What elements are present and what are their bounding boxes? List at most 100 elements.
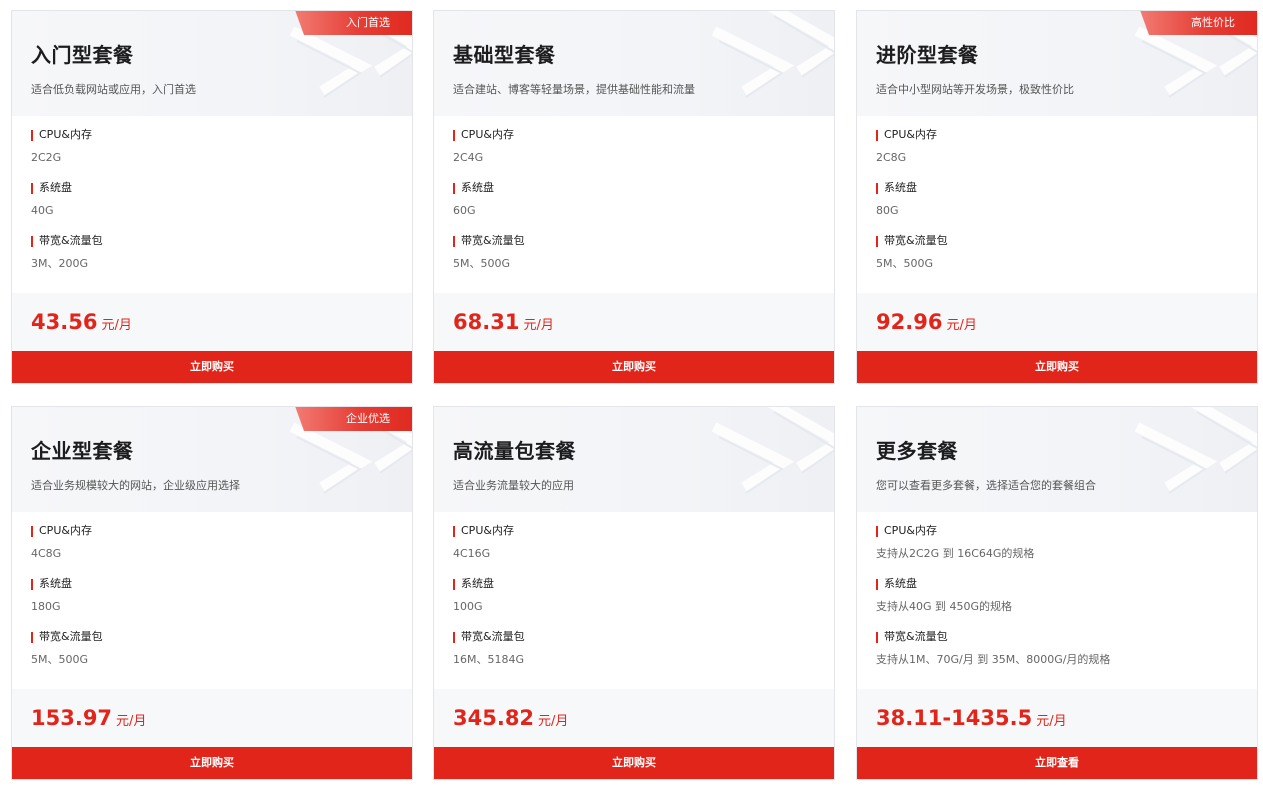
spec-label-cpu: CPU&内存	[453, 524, 824, 538]
plan-description: 适合建站、博客等轻量场景，提供基础性能和流量	[453, 83, 695, 96]
spec-bandwidth: 带宽&流量包 支持从1M、70G/月 到 35M、8000G/月的规格	[876, 630, 1247, 683]
price-unit: 元/月	[116, 714, 147, 729]
spec-bandwidth: 带宽&流量包 3M、200G	[31, 234, 402, 287]
plan-description: 适合低负载网站或应用，入门首选	[31, 83, 196, 96]
spec-label-bandwidth: 带宽&流量包	[453, 630, 824, 644]
price-value: 38.11-1435.5	[876, 706, 1033, 730]
spec-label-bandwidth: 带宽&流量包	[876, 630, 1247, 644]
plan-card-advanced: 进阶型套餐 适合中小型网站等开发场景，极致性价比 高性价比 CPU&内存 2C8…	[856, 10, 1258, 384]
spec-disk: 系统盘 支持从40G 到 450G的规格	[876, 577, 1247, 630]
plan-description: 适合业务流量较大的应用	[453, 479, 574, 492]
spec-label-bandwidth: 带宽&流量包	[876, 234, 1247, 248]
plan-specs: CPU&内存 支持从2C2G 到 16C64G的规格 系统盘 支持从40G 到 …	[876, 524, 1247, 683]
plan-card-entry: 入门型套餐 适合低负载网站或应用，入门首选 入门首选 CPU&内存 2C2G 系…	[11, 10, 413, 384]
spec-value-disk: 80G	[876, 204, 899, 217]
plan-price: 43.56 元/月	[31, 310, 132, 334]
view-now-button[interactable]: 立即查看	[857, 747, 1257, 779]
spec-value-cpu: 4C16G	[453, 547, 491, 560]
buy-now-button[interactable]: 立即购买	[12, 351, 412, 383]
price-area: 68.31 元/月	[434, 293, 834, 352]
spec-value-bandwidth: 5M、500G	[876, 257, 934, 270]
buy-now-button[interactable]: 立即购买	[434, 351, 834, 383]
spec-bandwidth: 带宽&流量包 5M、500G	[876, 234, 1247, 287]
decorative-tile-graphic	[711, 11, 834, 98]
plan-title: 入门型套餐	[31, 43, 134, 67]
price-value: 43.56	[31, 310, 98, 334]
spec-label-bandwidth: 带宽&流量包	[31, 630, 402, 644]
spec-bandwidth: 带宽&流量包 16M、5184G	[453, 630, 824, 683]
price-area: 92.96 元/月	[857, 293, 1257, 352]
spec-disk: 系统盘 60G	[453, 181, 824, 234]
plan-card-header: 基础型套餐 适合建站、博客等轻量场景，提供基础性能和流量	[434, 11, 834, 116]
price-unit: 元/月	[1036, 714, 1067, 729]
spec-bandwidth: 带宽&流量包 5M、500G	[31, 630, 402, 683]
spec-value-disk: 100G	[453, 600, 483, 613]
spec-label-bandwidth: 带宽&流量包	[31, 234, 402, 248]
spec-label-cpu: CPU&内存	[31, 128, 402, 142]
price-area: 38.11-1435.5 元/月	[857, 689, 1257, 748]
plan-description: 您可以查看更多套餐，选择适合您的套餐组合	[876, 479, 1096, 492]
buy-now-button[interactable]: 立即购买	[434, 747, 834, 779]
price-unit: 元/月	[538, 714, 569, 729]
price-value: 153.97	[31, 706, 113, 730]
price-unit: 元/月	[101, 318, 132, 333]
plan-card-basic: 基础型套餐 适合建站、博客等轻量场景，提供基础性能和流量 CPU&内存 2C4G…	[433, 10, 835, 384]
plan-description: 适合业务规模较大的网站，企业级应用选择	[31, 479, 240, 492]
spec-disk: 系统盘 180G	[31, 577, 402, 630]
plan-card-header: 入门型套餐 适合低负载网站或应用，入门首选 入门首选	[12, 11, 412, 116]
spec-cpu: CPU&内存 4C16G	[453, 524, 824, 577]
plan-specs: CPU&内存 2C4G 系统盘 60G 带宽&流量包 5M、500G	[453, 128, 824, 287]
spec-value-cpu: 2C2G	[31, 151, 62, 164]
spec-value-bandwidth: 16M、5184G	[453, 653, 525, 666]
price-value: 68.31	[453, 310, 520, 334]
spec-value-disk: 60G	[453, 204, 476, 217]
spec-disk: 系统盘 80G	[876, 181, 1247, 234]
plan-description: 适合中小型网站等开发场景，极致性价比	[876, 83, 1074, 96]
plan-card-enterprise: 企业型套餐 适合业务规模较大的网站，企业级应用选择 企业优选 CPU&内存 4C…	[11, 406, 413, 780]
plan-title: 更多套餐	[876, 439, 958, 463]
plan-specs: CPU&内存 4C16G 系统盘 100G 带宽&流量包 16M、5184G	[453, 524, 824, 683]
spec-cpu: CPU&内存 支持从2C2G 到 16C64G的规格	[876, 524, 1247, 577]
price-area: 153.97 元/月	[12, 689, 412, 748]
spec-disk: 系统盘 40G	[31, 181, 402, 234]
spec-label-cpu: CPU&内存	[31, 524, 402, 538]
spec-label-bandwidth: 带宽&流量包	[453, 234, 824, 248]
plan-card-header: 企业型套餐 适合业务规模较大的网站，企业级应用选择 企业优选	[12, 407, 412, 512]
plan-price: 38.11-1435.5 元/月	[876, 706, 1067, 730]
plan-badge: 高性价比	[1140, 11, 1257, 35]
decorative-tile-graphic	[1134, 407, 1257, 494]
spec-value-disk: 40G	[31, 204, 54, 217]
spec-disk: 系统盘 100G	[453, 577, 824, 630]
spec-cpu: CPU&内存 4C8G	[31, 524, 402, 577]
plan-specs: CPU&内存 4C8G 系统盘 180G 带宽&流量包 5M、500G	[31, 524, 402, 683]
spec-label-disk: 系统盘	[31, 577, 402, 591]
price-value: 345.82	[453, 706, 535, 730]
plan-specs: CPU&内存 2C2G 系统盘 40G 带宽&流量包 3M、200G	[31, 128, 402, 287]
price-unit: 元/月	[523, 318, 554, 333]
plan-badge: 入门首选	[295, 11, 412, 35]
spec-value-disk: 180G	[31, 600, 61, 613]
spec-label-cpu: CPU&内存	[876, 524, 1247, 538]
buy-now-button[interactable]: 立即购买	[12, 747, 412, 779]
plan-title: 企业型套餐	[31, 439, 134, 463]
plan-grid: 入门型套餐 适合低负载网站或应用，入门首选 入门首选 CPU&内存 2C2G 系…	[0, 0, 1263, 787]
spec-label-disk: 系统盘	[876, 181, 1247, 195]
price-value: 92.96	[876, 310, 943, 334]
spec-value-bandwidth: 3M、200G	[31, 257, 89, 270]
plan-card-high-traffic: 高流量包套餐 适合业务流量较大的应用 CPU&内存 4C16G 系统盘 100G…	[433, 406, 835, 780]
price-area: 345.82 元/月	[434, 689, 834, 748]
spec-label-cpu: CPU&内存	[453, 128, 824, 142]
plan-price: 345.82 元/月	[453, 706, 568, 730]
spec-label-disk: 系统盘	[453, 181, 824, 195]
plan-card-header: 进阶型套餐 适合中小型网站等开发场景，极致性价比 高性价比	[857, 11, 1257, 116]
plan-card-header: 高流量包套餐 适合业务流量较大的应用	[434, 407, 834, 512]
spec-cpu: CPU&内存 2C2G	[31, 128, 402, 181]
spec-value-bandwidth: 5M、500G	[31, 653, 89, 666]
plan-title: 高流量包套餐	[453, 439, 576, 463]
spec-value-disk: 支持从40G 到 450G的规格	[876, 600, 1013, 613]
buy-now-button[interactable]: 立即购买	[857, 351, 1257, 383]
spec-label-disk: 系统盘	[31, 181, 402, 195]
plan-card-more: 更多套餐 您可以查看更多套餐，选择适合您的套餐组合 CPU&内存 支持从2C2G…	[856, 406, 1258, 780]
decorative-tile-graphic	[711, 407, 834, 494]
plan-title: 基础型套餐	[453, 43, 556, 67]
